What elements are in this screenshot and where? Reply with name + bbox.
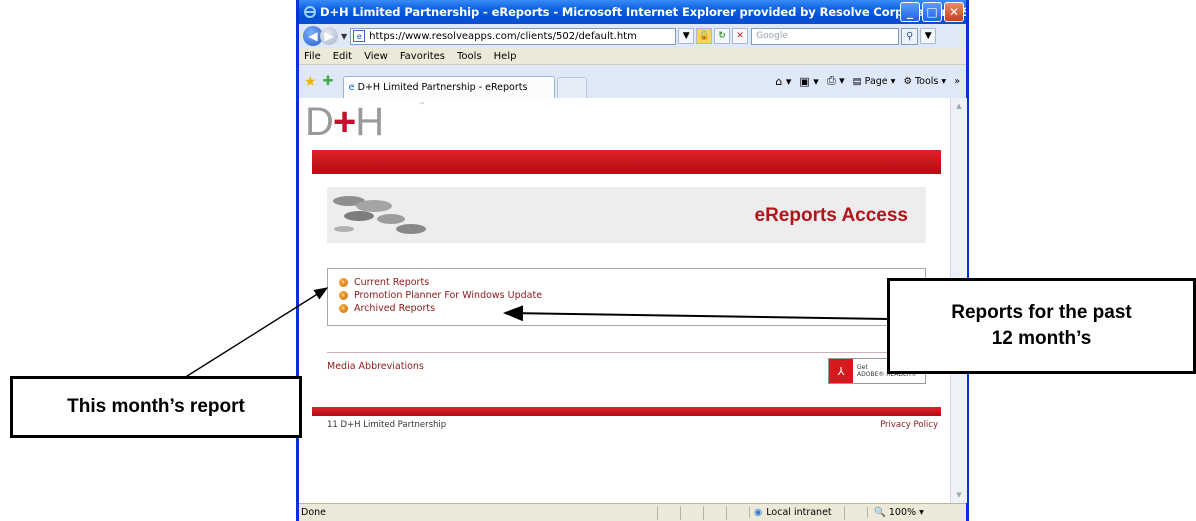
title-bar[interactable]: D+H Limited Partnership - eReports - Mic… bbox=[299, 0, 966, 24]
forward-button[interactable]: ▶ bbox=[320, 27, 338, 45]
page-icon: e bbox=[353, 30, 366, 42]
favorites-center-icon[interactable]: ★ bbox=[304, 74, 317, 90]
link-label: Current Reports bbox=[354, 277, 430, 288]
window-title: D+H Limited Partnership - eReports - Mic… bbox=[320, 5, 966, 19]
tab-label: D+H Limited Partnership - eReports bbox=[357, 81, 528, 93]
status-bar: Done ◉ Local intranet 🔍 100% ▾ bbox=[299, 503, 966, 521]
callout-line-1: Reports for the past bbox=[951, 302, 1132, 323]
address-dropdown-icon[interactable]: ▼ bbox=[678, 28, 695, 44]
menu-edit[interactable]: Edit bbox=[333, 51, 352, 62]
page-viewport: D+H ™ eReports Access › Current Reports … bbox=[299, 98, 950, 503]
ie-logo-icon bbox=[303, 5, 317, 19]
menu-bar: File Edit View Favorites Tools Help bbox=[299, 48, 966, 65]
status-text: Done bbox=[301, 507, 326, 518]
copyright-text: 11 D+H Limited Partnership bbox=[327, 420, 447, 430]
new-tab-button[interactable] bbox=[557, 77, 588, 98]
address-url: https://www.resolveapps.com/clients/502/… bbox=[369, 30, 637, 42]
callout-this-month: This month’s report bbox=[10, 376, 302, 438]
scroll-down-icon[interactable]: ▼ bbox=[951, 487, 967, 503]
browser-window: D+H Limited Partnership - eReports - Mic… bbox=[296, 0, 969, 521]
media-abbreviations-link[interactable]: Media Abbreviations bbox=[327, 361, 424, 372]
tools-menu-button[interactable]: ⚙ Tools ▾ bbox=[903, 76, 946, 87]
search-input[interactable]: Google bbox=[751, 27, 900, 45]
link-label: Archived Reports bbox=[354, 303, 436, 314]
history-dropdown-icon[interactable]: ▼ bbox=[341, 32, 347, 41]
print-icon[interactable]: ⎙ ▾ bbox=[827, 74, 845, 88]
menu-tools[interactable]: Tools bbox=[457, 51, 482, 62]
arrow-bullet-icon: › bbox=[339, 278, 348, 287]
close-button[interactable]: ✕ bbox=[944, 2, 964, 22]
arrow-bullet-icon: › bbox=[339, 291, 348, 300]
minimize-button[interactable]: _ bbox=[900, 2, 920, 22]
ereports-banner: eReports Access bbox=[327, 187, 926, 243]
promotion-planner-link[interactable]: › Promotion Planner For Windows Update bbox=[339, 290, 542, 301]
chevron-more-icon[interactable]: » bbox=[954, 76, 960, 87]
ie-tab-icon: e bbox=[348, 81, 355, 93]
maximize-button[interactable]: □ bbox=[922, 2, 942, 22]
logo-trademark: ™ bbox=[419, 102, 425, 109]
page-menu-button[interactable]: ▤ Page ▾ bbox=[853, 76, 896, 87]
tools-menu-label: Tools bbox=[914, 75, 939, 87]
adobe-get: Get bbox=[857, 364, 868, 371]
callout-past-12-months: Reports for the past 12 month’s bbox=[887, 278, 1196, 374]
page-menu-label: Page bbox=[864, 75, 888, 87]
refresh-button[interactable]: ↻ bbox=[714, 28, 731, 44]
header-red-band bbox=[312, 150, 941, 174]
intranet-icon: ◉ bbox=[754, 507, 763, 518]
lock-icon[interactable]: 🔒 bbox=[696, 28, 713, 44]
dh-logo: D+H bbox=[305, 100, 384, 144]
menu-view[interactable]: View bbox=[364, 51, 388, 62]
zoom-level: 100% bbox=[888, 507, 917, 518]
privacy-policy-link[interactable]: Privacy Policy bbox=[880, 420, 938, 430]
menu-favorites[interactable]: Favorites bbox=[400, 51, 445, 62]
footer-red-band bbox=[312, 407, 941, 416]
logo-plus: + bbox=[332, 100, 356, 144]
current-reports-link[interactable]: › Current Reports bbox=[339, 277, 429, 288]
scroll-up-icon[interactable]: ▲ bbox=[951, 98, 967, 114]
archived-reports-link[interactable]: › Archived Reports bbox=[339, 303, 435, 314]
logo-h: H bbox=[355, 100, 384, 144]
home-icon[interactable]: ⌂ ▾ bbox=[775, 75, 791, 88]
search-icon[interactable]: ⚲ bbox=[901, 27, 919, 45]
divider bbox=[327, 352, 926, 353]
callout-line-2: 12 month’s bbox=[991, 328, 1092, 349]
stop-button[interactable]: ✕ bbox=[732, 28, 749, 44]
adobe-logo-icon: ⅄ bbox=[829, 359, 853, 383]
coins-image bbox=[333, 196, 426, 234]
tab-ereports[interactable]: e D+H Limited Partnership - eReports bbox=[343, 75, 556, 98]
arrow-bullet-icon: › bbox=[339, 304, 348, 313]
menu-help[interactable]: Help bbox=[494, 51, 517, 62]
reports-link-box: › Current Reports › Promotion Planner Fo… bbox=[327, 268, 926, 326]
logo-d: D bbox=[305, 100, 334, 144]
zone-label: Local intranet bbox=[766, 507, 832, 518]
banner-title: eReports Access bbox=[754, 205, 908, 226]
command-bar: ⌂ ▾ ▣ ▾ ⎙ ▾ ▤ Page ▾ ⚙ Tools ▾ » bbox=[775, 74, 960, 88]
link-label: Promotion Planner For Windows Update bbox=[354, 290, 543, 301]
search-options-dropdown-icon[interactable]: ▼ bbox=[920, 28, 937, 44]
menu-file[interactable]: File bbox=[304, 51, 321, 62]
address-bar[interactable]: e https://www.resolveapps.com/clients/50… bbox=[350, 27, 677, 45]
add-favorite-icon[interactable]: ✚ bbox=[323, 74, 334, 89]
zoom-icon: 🔍 bbox=[874, 507, 886, 518]
zoom-control[interactable]: 🔍 100% ▾ bbox=[867, 507, 924, 518]
feeds-icon[interactable]: ▣ ▾ bbox=[799, 75, 818, 88]
security-zone[interactable]: ◉ Local intranet bbox=[749, 507, 844, 518]
address-toolbar: ◀ ▶ ▼ e https://www.resolveapps.com/clie… bbox=[299, 24, 966, 48]
